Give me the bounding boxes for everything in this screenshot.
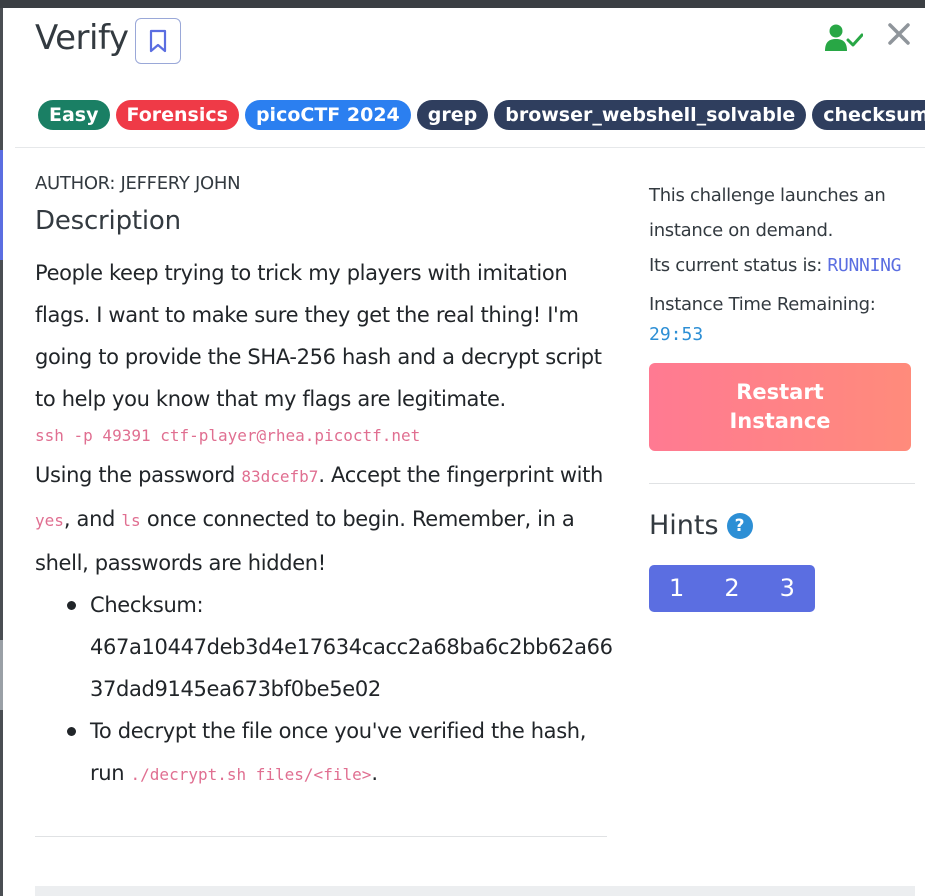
bookmark-icon	[149, 29, 167, 53]
instance-status: Its current status is: RUNNING	[649, 248, 915, 283]
tag-difficulty[interactable]: Easy	[38, 100, 110, 130]
hint-button-2[interactable]: 2	[704, 565, 760, 612]
backdrop-edge	[0, 8, 3, 896]
instance-info: This challenge launches an instance on d…	[649, 178, 915, 322]
description-paragraph: People keep trying to trick my players w…	[35, 261, 602, 411]
restart-label-2: Instance	[729, 409, 831, 433]
status-label: Its current status is:	[649, 255, 828, 276]
window-top-bar	[0, 0, 925, 8]
hint-button-3[interactable]: 3	[759, 565, 815, 612]
description-heading: Description	[35, 206, 181, 236]
checksum-value-1: 467a10447deb3d4e17634cacc2a68ba6c2bb62a6…	[90, 635, 613, 659]
instance-line-2: instance on demand.	[649, 220, 834, 241]
decrypt-code: ./decrypt.sh files/<file>	[130, 765, 372, 784]
challenge-modal: Verify Easy Forensics picoCTF 2024 grep …	[15, 8, 925, 896]
decrypt-item: To decrypt the file once you've verified…	[67, 710, 607, 796]
hints-header: Hints ?	[649, 510, 915, 541]
password-code: 83dcefb7	[241, 467, 319, 486]
restart-instance-button[interactable]: Restart Instance	[649, 363, 911, 451]
instance-line-1: This challenge launches an	[649, 185, 886, 206]
hints-title: Hints	[649, 510, 719, 541]
decrypt-end: .	[371, 761, 378, 785]
instance-panel: This challenge launches an instance on d…	[649, 178, 915, 612]
tag-checksum[interactable]: checksum	[812, 100, 925, 130]
yes-code: yes	[35, 511, 64, 530]
password-prefix: Using the password	[35, 463, 242, 487]
tag-category[interactable]: Forensics	[115, 100, 239, 130]
tag-list: Easy Forensics picoCTF 2024 grep browser…	[38, 100, 925, 130]
backdrop-accent	[0, 150, 3, 260]
time-label: Instance Time Remaining:	[649, 294, 876, 315]
checksum-item: Checksum: 467a10447deb3d4e17634cacc2a68b…	[67, 584, 613, 710]
ssh-command: ssh -p 49391 ctf-player@rhea.picoctf.net	[35, 426, 421, 445]
description-body: People keep trying to trick my players w…	[35, 252, 613, 796]
close-icon[interactable]	[885, 20, 913, 48]
hint-button-1[interactable]: 1	[649, 565, 705, 612]
tag-webshell[interactable]: browser_webshell_solvable	[494, 100, 807, 130]
challenge-details: AUTHOR: JEFFERY JOHN Description People …	[35, 173, 613, 796]
description-bullets: Checksum: 467a10447deb3d4e17634cacc2a68b…	[67, 584, 613, 796]
author-label: AUTHOR: JEFFERY JOHN	[35, 173, 241, 194]
help-icon[interactable]: ?	[726, 512, 753, 539]
password-and: , and	[63, 507, 122, 531]
time-remaining: 29:53	[649, 324, 704, 345]
password-mid: . Accept the fingerprint with	[318, 463, 603, 487]
ls-code: ls	[121, 511, 141, 530]
user-check-icon[interactable]	[825, 22, 863, 54]
content-divider	[35, 836, 607, 837]
footer-panel	[35, 886, 915, 896]
modal-header: Verify Easy Forensics picoCTF 2024 grep …	[15, 8, 925, 148]
hint-button-group: 1 2 3	[649, 565, 815, 612]
challenge-title: Verify	[35, 18, 129, 58]
tag-event[interactable]: picoCTF 2024	[244, 100, 411, 130]
tag-grep[interactable]: grep	[416, 100, 489, 130]
panel-divider	[649, 483, 915, 484]
checksum-value-2: 37dad9145ea673bf0be5e02	[90, 677, 381, 701]
status-value: RUNNING	[827, 255, 902, 276]
bookmark-button[interactable]	[135, 18, 181, 64]
restart-label-1: Restart	[736, 380, 824, 404]
checksum-label: Checksum:	[90, 593, 204, 617]
password-paragraph: Using the password 83dcefb7. Accept the …	[35, 454, 607, 584]
backdrop-accent-gray	[0, 640, 3, 710]
